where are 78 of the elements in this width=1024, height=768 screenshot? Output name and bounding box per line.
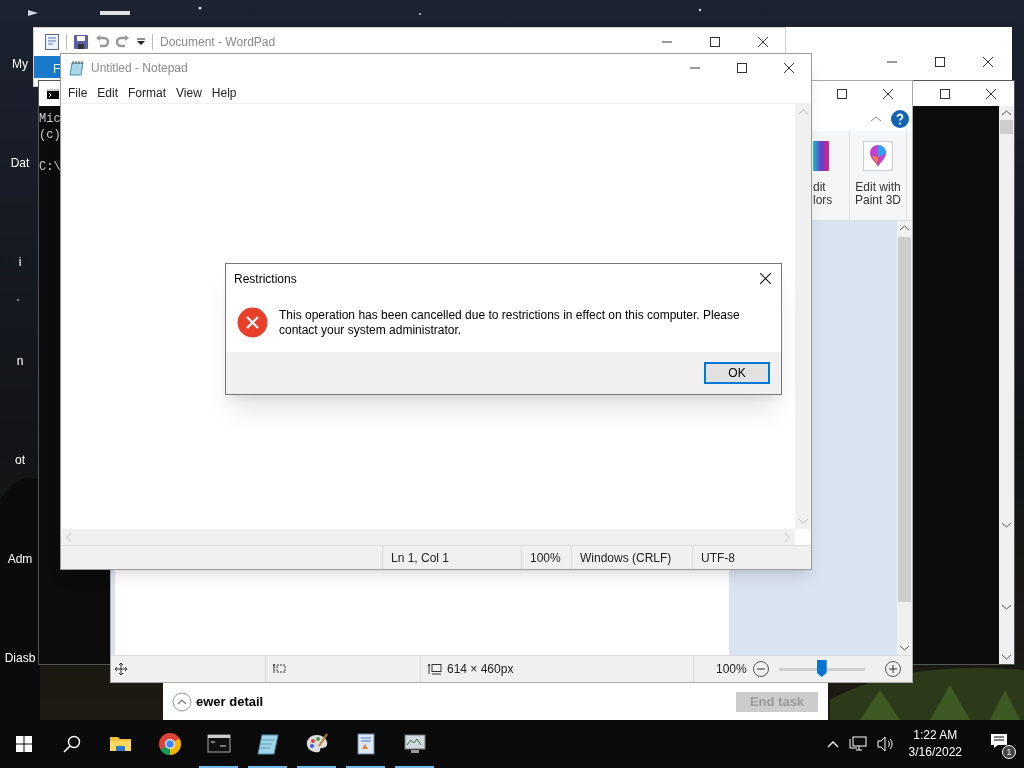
maximize-icon[interactable] <box>940 88 950 99</box>
notification-icon[interactable] <box>990 733 1008 749</box>
network-icon[interactable] <box>848 736 867 752</box>
close-icon[interactable] <box>986 88 996 99</box>
maximize-icon[interactable] <box>710 37 720 47</box>
clock-date: 3/16/2022 <box>908 744 962 761</box>
undo-icon[interactable] <box>95 35 109 49</box>
window-title: Document - WordPad <box>160 34 276 51</box>
menu-item[interactable]: Format <box>123 83 172 102</box>
desktop-icon-label[interactable]: Dat <box>10 157 30 169</box>
volume-icon[interactable] <box>876 736 895 752</box>
help-icon[interactable] <box>891 109 909 128</box>
color-palette-icon <box>813 141 829 171</box>
zoom-level-label: 100% <box>716 661 747 678</box>
file-tab[interactable]: F <box>34 56 61 78</box>
status-text: UTF-8 <box>701 549 735 567</box>
maximize-icon[interactable] <box>935 56 945 67</box>
zoom-slider[interactable] <box>778 660 865 678</box>
scrollbar-thumb[interactable] <box>1000 120 1013 134</box>
notepad-icon[interactable] <box>255 732 280 756</box>
ok-button[interactable]: OK <box>704 362 770 384</box>
redo-icon[interactable] <box>116 35 130 49</box>
search-icon[interactable] <box>63 735 81 753</box>
zoom-out-icon[interactable] <box>752 661 769 677</box>
menu-item[interactable]: File <box>63 83 93 102</box>
close-icon[interactable] <box>758 37 768 47</box>
chevron-down-icon[interactable] <box>1002 654 1011 660</box>
ribbon-button[interactable]: Edit with Paint 3D <box>849 131 907 220</box>
maximize-icon[interactable] <box>837 88 847 99</box>
slider-thumb[interactable] <box>816 660 827 677</box>
desktop-icon-label[interactable]: ot <box>15 454 25 466</box>
status-text: Windows (CRLF) <box>580 549 672 567</box>
chevron-down-icon[interactable] <box>1002 522 1011 528</box>
ribbon-button[interactable]: dit lors <box>813 131 837 220</box>
clock-time: 1:22 AM <box>913 727 958 744</box>
console-icon[interactable] <box>47 88 59 99</box>
dialog-message: This operation has been cancelled due to restrictions in effect on this computer. Please contact your system administrator. <box>279 307 741 338</box>
close-icon[interactable] <box>760 273 771 284</box>
menu-item[interactable]: Edit <box>92 83 124 102</box>
status-text: 100% <box>530 549 561 567</box>
scrollbar[interactable] <box>999 106 1014 664</box>
desktop-icon-label[interactable]: My <box>12 58 28 70</box>
desktop-icon-label[interactable]: Diasb <box>4 652 36 664</box>
close-icon[interactable] <box>983 56 993 67</box>
console-icon[interactable] <box>206 732 231 756</box>
close-icon[interactable] <box>784 63 794 73</box>
desktop-icon-label[interactable]: i <box>18 256 22 268</box>
clock[interactable]: 1:22 AM 3/16/2022 <box>904 727 966 761</box>
error-icon <box>237 307 268 338</box>
dropdown-icon[interactable] <box>137 38 145 46</box>
status-text: Ln 1, Col 1 <box>391 549 450 567</box>
selection-icon <box>273 663 286 675</box>
desktop-icon-label[interactable]: Adm <box>7 553 33 565</box>
close-icon[interactable] <box>883 88 893 99</box>
zoom-in-icon[interactable] <box>884 661 901 677</box>
scrollbar[interactable] <box>897 221 912 655</box>
fewer-details-link[interactable]: ewer detail <box>196 691 264 712</box>
maximize-icon[interactable] <box>737 63 747 73</box>
chevron-down-icon[interactable] <box>900 645 909 651</box>
menu-item[interactable]: Help <box>206 83 242 102</box>
image-size-icon <box>428 663 442 675</box>
window-title: Untitled - Notepad <box>91 60 188 77</box>
chevron-down-icon[interactable] <box>1002 604 1011 610</box>
windows-logo-icon[interactable] <box>16 736 32 752</box>
dialog-title: Restrictions <box>234 270 297 288</box>
save-icon[interactable] <box>74 35 88 49</box>
console-line: (c) <box>39 127 61 143</box>
monitor-icon[interactable] <box>402 732 427 756</box>
image-size-label: 614 × 460px <box>447 661 514 678</box>
scrollbar-thumb[interactable] <box>898 237 911 602</box>
browser-icon[interactable] <box>157 732 182 756</box>
console-line: Mic <box>39 111 61 127</box>
menu-item[interactable]: View <box>171 83 207 102</box>
desktop-icon-label[interactable]: n <box>16 355 24 367</box>
move-icon <box>115 663 127 675</box>
console-prompt: C:\ <box>39 159 61 175</box>
paint-drop-icon <box>863 141 893 171</box>
notification-badge: 1 <box>1002 745 1016 759</box>
